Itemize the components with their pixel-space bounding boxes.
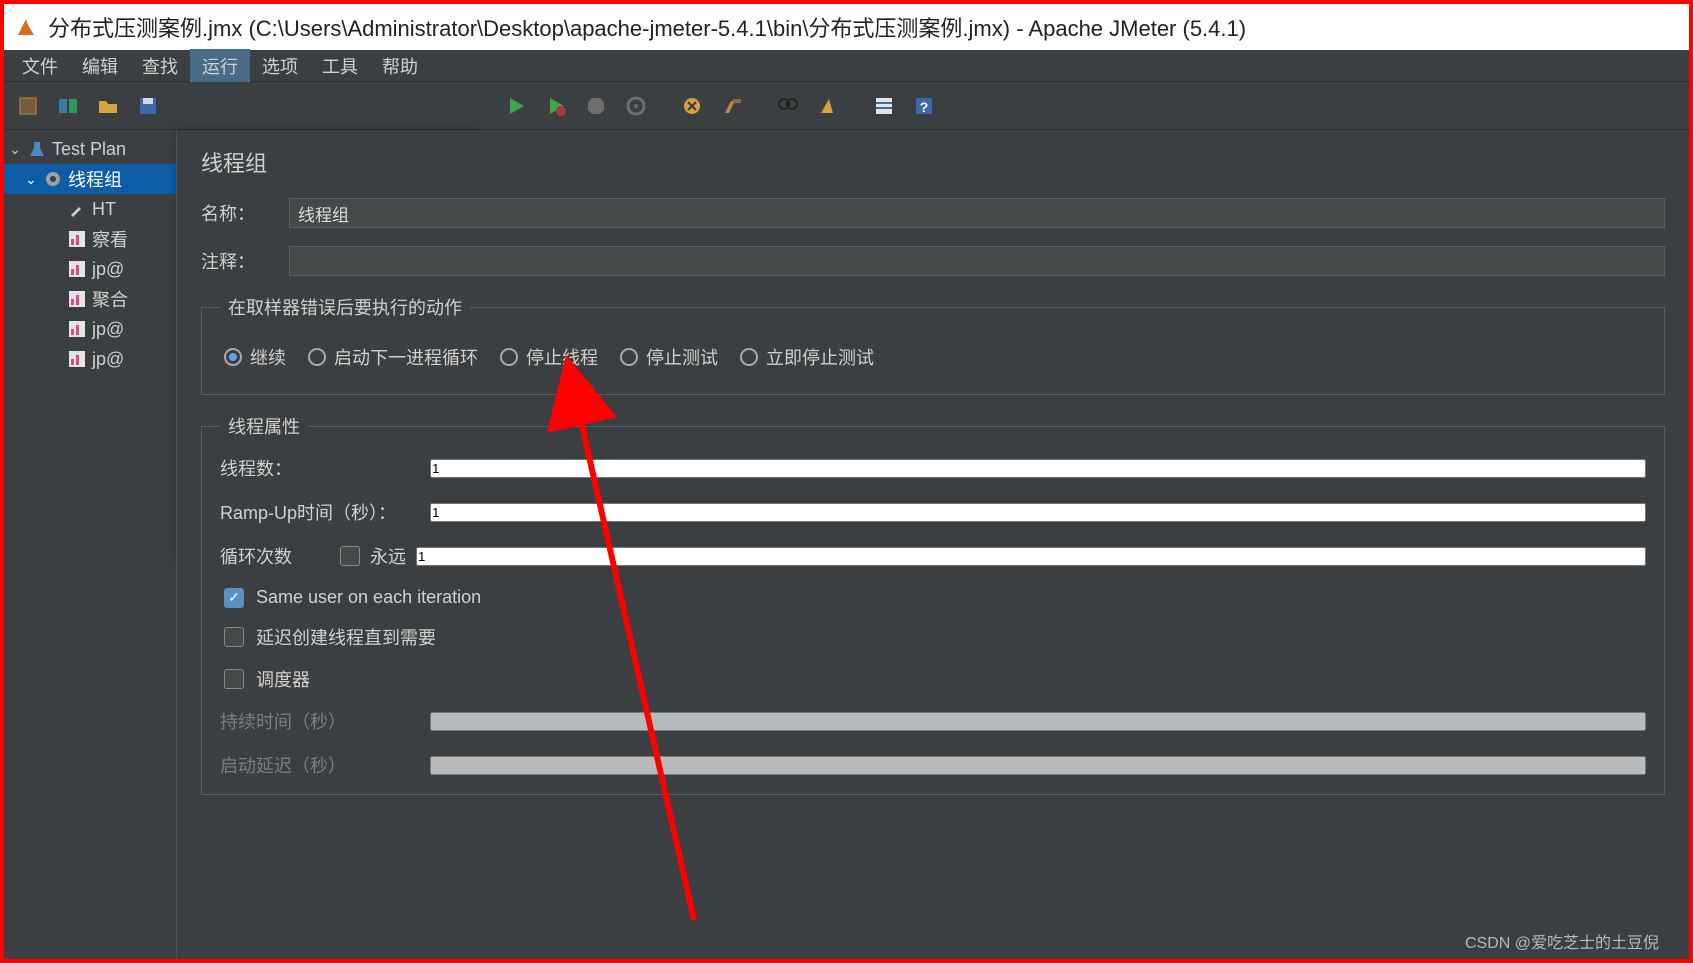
templates-icon[interactable]: [52, 90, 84, 122]
function-helper-icon[interactable]: [868, 90, 900, 122]
menu-run[interactable]: 运行: [190, 49, 250, 83]
comment-label: 注释：: [201, 248, 271, 274]
clear-all-icon[interactable]: [716, 90, 748, 122]
tree-thread-group-label: 线程组: [68, 166, 122, 192]
menu-file[interactable]: 文件: [10, 49, 70, 83]
start-icon[interactable]: [500, 90, 532, 122]
threads-label: 线程数：: [220, 455, 420, 481]
scheduler-label: 调度器: [256, 666, 310, 692]
threads-input[interactable]: [430, 459, 1646, 478]
reset-search-icon[interactable]: [812, 90, 844, 122]
duration-input[interactable]: [430, 712, 1646, 731]
radio-stop-test[interactable]: 停止测试: [620, 344, 718, 370]
menu-search[interactable]: 查找: [130, 49, 190, 83]
forever-label: 永远: [370, 543, 406, 569]
ramp-input[interactable]: [430, 503, 1646, 522]
save-icon[interactable]: [132, 90, 164, 122]
chart-icon: [66, 288, 88, 310]
menu-help[interactable]: 帮助: [370, 49, 430, 83]
tree-item[interactable]: 察看: [4, 224, 176, 254]
toolbar: ?: [4, 82, 1689, 130]
open-icon[interactable]: [92, 90, 124, 122]
window-title: 分布式压测案例.jmx (C:\Users\Administrator\Desk…: [48, 11, 1246, 43]
comment-input[interactable]: [289, 246, 1665, 276]
radio-stop-thread[interactable]: 停止线程: [500, 344, 598, 370]
tree-item[interactable]: HT: [4, 194, 176, 224]
start-no-pause-icon[interactable]: [540, 90, 572, 122]
tree-root-label: Test Plan: [52, 139, 126, 160]
panel-title: 线程组: [201, 146, 1665, 178]
forever-checkbox[interactable]: [340, 546, 360, 566]
menubar: 文件 编辑 查找 运行 选项 工具 帮助: [4, 50, 1689, 82]
watermark: CSDN @爱吃芝士的土豆倪: [1465, 929, 1659, 953]
tree-thread-group[interactable]: ⌄ 线程组: [4, 164, 176, 194]
error-legend: 在取样器错误后要执行的动作: [220, 294, 470, 320]
chevron-down-icon[interactable]: ⌄: [8, 141, 22, 158]
name-input[interactable]: [289, 198, 1665, 228]
thread-legend: 线程属性: [220, 413, 308, 439]
scheduler-checkbox[interactable]: [224, 669, 244, 689]
test-plan-tree[interactable]: ⌄ Test Plan ⌄ 线程组 HT 察看 jp@ 聚合 jp@ jp@: [4, 130, 176, 959]
startup-delay-label: 启动延迟（秒）: [220, 752, 420, 778]
tree-item[interactable]: jp@: [4, 344, 176, 374]
startup-delay-input[interactable]: [430, 756, 1646, 775]
name-label: 名称：: [201, 200, 271, 226]
chart-icon: [66, 258, 88, 280]
thread-props-fieldset: 线程属性 线程数： Ramp-Up时间（秒）： 循环次数 永远: [201, 413, 1665, 795]
tree-root[interactable]: ⌄ Test Plan: [4, 134, 176, 164]
menu-options[interactable]: 选项: [250, 49, 310, 83]
radio-stop-now[interactable]: 立即停止测试: [740, 344, 874, 370]
search-icon[interactable]: [772, 90, 804, 122]
gear-icon: [42, 168, 64, 190]
new-icon[interactable]: [12, 90, 44, 122]
radio-continue[interactable]: 继续: [224, 344, 286, 370]
radio-icon: [620, 348, 638, 366]
error-action-fieldset: 在取样器错误后要执行的动作 继续 启动下一进程循环 停止线程 停止测试 立即停止…: [201, 294, 1665, 395]
radio-icon: [500, 348, 518, 366]
delay-create-label: 延迟创建线程直到需要: [256, 624, 436, 650]
delay-create-checkbox[interactable]: [224, 627, 244, 647]
radio-icon: [224, 348, 242, 366]
window-titlebar: 分布式压测案例.jmx (C:\Users\Administrator\Desk…: [4, 4, 1689, 50]
clear-icon[interactable]: [676, 90, 708, 122]
same-user-checkbox[interactable]: [224, 588, 244, 608]
radio-next-loop[interactable]: 启动下一进程循环: [308, 344, 478, 370]
content-area: ⌄ Test Plan ⌄ 线程组 HT 察看 jp@ 聚合 jp@ jp@ 启…: [4, 130, 1689, 959]
beaker-icon: [26, 138, 48, 160]
thread-group-panel: 线程组 名称： 注释： 在取样器错误后要执行的动作 继续 启动下一进程循环 停止…: [176, 130, 1689, 959]
tree-item[interactable]: jp@: [4, 314, 176, 344]
duration-label: 持续时间（秒）: [220, 708, 420, 734]
tree-item[interactable]: jp@: [4, 254, 176, 284]
radio-icon: [308, 348, 326, 366]
loop-label: 循环次数: [220, 543, 330, 569]
shutdown-icon[interactable]: [620, 90, 652, 122]
menu-edit[interactable]: 编辑: [70, 49, 130, 83]
same-user-label: Same user on each iteration: [256, 587, 481, 608]
help-icon[interactable]: ?: [908, 90, 940, 122]
radio-icon: [740, 348, 758, 366]
loop-input[interactable]: [416, 547, 1646, 566]
chart-icon: [66, 318, 88, 340]
ramp-label: Ramp-Up时间（秒）：: [220, 499, 420, 525]
jmeter-logo-icon: [14, 15, 38, 39]
chart-icon: [66, 348, 88, 370]
svg-text:?: ?: [920, 99, 929, 115]
menu-tools[interactable]: 工具: [310, 49, 370, 83]
chart-icon: [66, 228, 88, 250]
chevron-down-icon[interactable]: ⌄: [24, 171, 38, 188]
tree-item[interactable]: 聚合: [4, 284, 176, 314]
stop-icon[interactable]: [580, 90, 612, 122]
dropper-icon: [66, 198, 88, 220]
